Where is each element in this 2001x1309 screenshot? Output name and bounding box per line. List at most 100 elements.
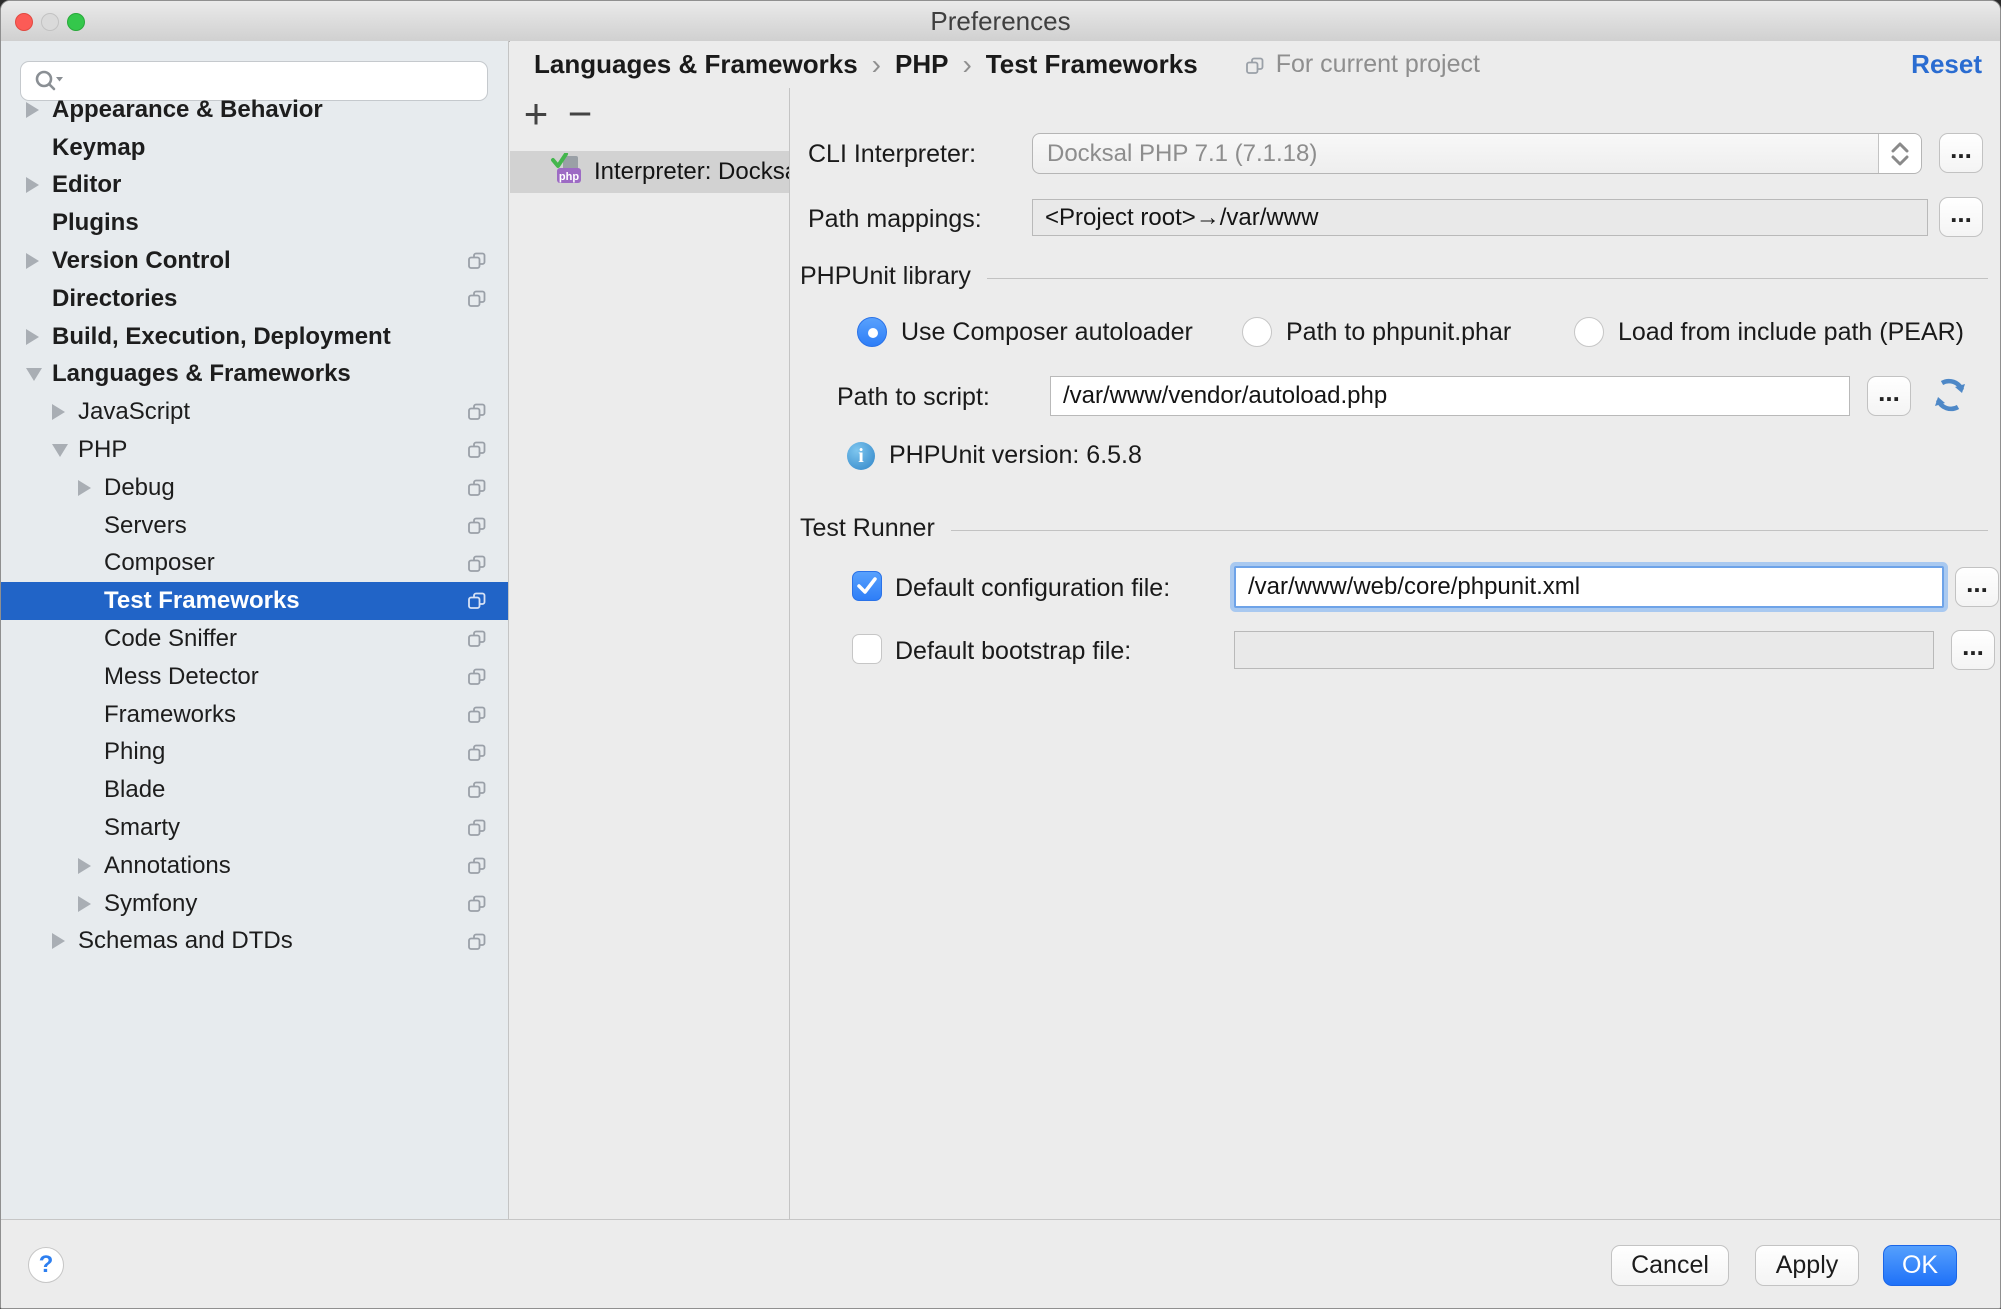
per-project-settings-icon bbox=[466, 742, 488, 764]
minimize-button[interactable] bbox=[41, 13, 59, 31]
sidebar-item-smarty[interactable]: Smarty bbox=[1, 809, 508, 847]
default-bootstrap-field[interactable] bbox=[1234, 631, 1934, 669]
sidebar-item-javascript[interactable]: JavaScript bbox=[1, 393, 508, 431]
chevron-right-icon[interactable] bbox=[26, 102, 39, 118]
sidebar-item-languages-frameworks[interactable]: Languages & Frameworks bbox=[1, 356, 508, 394]
sidebar-item-label: Keymap bbox=[52, 134, 145, 162]
sidebar-item-label: PHP bbox=[78, 436, 127, 464]
breadcrumb-languages-frameworks[interactable]: Languages & Frameworks bbox=[534, 49, 858, 80]
chevron-right-icon[interactable] bbox=[26, 253, 39, 269]
radio-button-icon[interactable] bbox=[857, 317, 887, 347]
sidebar-item-debug[interactable]: Debug bbox=[1, 469, 508, 507]
per-project-settings-icon bbox=[1244, 55, 1266, 77]
default-bootstrap-checkbox[interactable] bbox=[852, 634, 882, 664]
sidebar-item-servers[interactable]: Servers bbox=[1, 507, 508, 545]
sidebar-item-build-execution-deployment[interactable]: Build, Execution, Deployment bbox=[1, 318, 508, 356]
chevron-right-icon[interactable] bbox=[78, 480, 91, 496]
sidebar-item-label: Schemas and DTDs bbox=[78, 927, 293, 955]
radio-button-icon[interactable] bbox=[1574, 317, 1604, 347]
path-to-script-field[interactable]: /var/www/vendor/autoload.php bbox=[1050, 376, 1850, 416]
sidebar-item-mess-detector[interactable]: Mess Detector bbox=[1, 658, 508, 696]
reset-link[interactable]: Reset bbox=[1911, 41, 1982, 88]
sidebar-item-label: Smarty bbox=[104, 814, 180, 842]
breadcrumb-separator: › bbox=[948, 49, 985, 81]
sidebar-item-label: Build, Execution, Deployment bbox=[52, 323, 391, 351]
sidebar-item-symfony[interactable]: Symfony bbox=[1, 885, 508, 923]
chevron-down-icon[interactable] bbox=[52, 444, 68, 457]
chevron-right-icon[interactable] bbox=[78, 896, 91, 912]
chevron-right-icon[interactable] bbox=[52, 933, 65, 949]
help-button[interactable]: ? bbox=[28, 1247, 64, 1283]
apply-button[interactable]: Apply bbox=[1755, 1245, 1859, 1286]
cli-interpreter-select[interactable]: Docksal PHP 7.1 (7.1.18) bbox=[1032, 133, 1922, 174]
section-divider bbox=[987, 278, 1988, 279]
interpreter-item-label: Interpreter: Docksal PHP 7.1 bbox=[594, 158, 789, 186]
radio-path-to-phpunit-phar[interactable]: Path to phpunit.phar bbox=[1242, 317, 1511, 347]
sidebar-item-composer[interactable]: Composer bbox=[1, 545, 508, 583]
remove-interpreter-button[interactable]: − bbox=[560, 90, 600, 138]
sidebar-item-editor[interactable]: Editor bbox=[1, 167, 508, 205]
per-project-settings-icon bbox=[466, 817, 488, 839]
project-scope-label: For current project bbox=[1244, 50, 1480, 79]
breadcrumb-php[interactable]: PHP bbox=[895, 49, 948, 80]
per-project-settings-icon bbox=[466, 288, 488, 310]
sidebar-item-label: Annotations bbox=[104, 852, 231, 880]
radio-use-composer-autoloader[interactable]: Use Composer autoloader bbox=[857, 317, 1193, 347]
phpunit-library-section-title: PHPUnit library bbox=[800, 262, 971, 291]
cancel-button[interactable]: Cancel bbox=[1611, 1245, 1729, 1286]
radio-label: Path to phpunit.phar bbox=[1286, 318, 1511, 347]
sidebar-item-version-control[interactable]: Version Control bbox=[1, 242, 508, 280]
default-config-field[interactable]: /var/www/web/core/phpunit.xml bbox=[1234, 566, 1944, 608]
per-project-settings-icon bbox=[466, 401, 488, 423]
chevron-right-icon[interactable] bbox=[26, 177, 39, 193]
ok-button[interactable]: OK bbox=[1883, 1245, 1957, 1286]
per-project-settings-icon bbox=[466, 553, 488, 575]
path-to-script-browse-button[interactable]: ... bbox=[1867, 376, 1911, 416]
sidebar-item-phing[interactable]: Phing bbox=[1, 734, 508, 772]
breadcrumb-test-frameworks[interactable]: Test Frameworks bbox=[986, 49, 1198, 80]
sidebar-item-test-frameworks[interactable]: Test Frameworks bbox=[1, 582, 508, 620]
path-mappings-label: Path mappings: bbox=[808, 205, 982, 234]
sidebar-item-label: Phing bbox=[104, 738, 165, 766]
interpreter-list-item[interactable]: php Interpreter: Docksal PHP 7.1 bbox=[510, 151, 789, 193]
path-mappings-browse-button[interactable]: ... bbox=[1939, 197, 1983, 237]
sidebar-item-label: Code Sniffer bbox=[104, 625, 237, 653]
sidebar-item-annotations[interactable]: Annotations bbox=[1, 847, 508, 885]
sidebar-item-directories[interactable]: Directories bbox=[1, 280, 508, 318]
phpunit-library-section: PHPUnit library bbox=[800, 260, 1988, 292]
cli-interpreter-browse-button[interactable]: ... bbox=[1939, 133, 1983, 173]
sidebar-item-appearance-behavior[interactable]: Appearance & Behavior bbox=[1, 91, 508, 129]
chevron-right-icon[interactable] bbox=[78, 858, 91, 874]
interpreter-toolbar: + − bbox=[510, 88, 789, 150]
path-to-script-label: Path to script: bbox=[837, 383, 990, 412]
sidebar-item-frameworks[interactable]: Frameworks bbox=[1, 696, 508, 734]
sidebar-item-keymap[interactable]: Keymap bbox=[1, 129, 508, 167]
sidebar-item-label: Blade bbox=[104, 776, 165, 804]
sidebar-item-plugins[interactable]: Plugins bbox=[1, 204, 508, 242]
combo-spinner-icon[interactable] bbox=[1878, 134, 1921, 173]
path-mappings-field[interactable]: <Project root>→/var/www bbox=[1032, 199, 1928, 236]
default-config-checkbox[interactable] bbox=[852, 571, 882, 601]
add-interpreter-button[interactable]: + bbox=[516, 90, 556, 138]
reload-icon[interactable] bbox=[1931, 376, 1969, 419]
chevron-down-icon[interactable] bbox=[26, 368, 42, 381]
default-config-browse-button[interactable]: ... bbox=[1955, 567, 1999, 607]
phpunit-library-options: Use Composer autoloader Path to phpunit.p… bbox=[791, 317, 2000, 351]
default-bootstrap-browse-button[interactable]: ... bbox=[1951, 630, 1995, 670]
sidebar-item-label: JavaScript bbox=[78, 398, 190, 426]
chevron-right-icon[interactable] bbox=[26, 329, 39, 345]
radio-button-icon[interactable] bbox=[1242, 317, 1272, 347]
sidebar-item-label: Plugins bbox=[52, 209, 139, 237]
chevron-right-icon[interactable] bbox=[52, 404, 65, 420]
sidebar-item-php[interactable]: PHP bbox=[1, 431, 508, 469]
close-button[interactable] bbox=[15, 13, 33, 31]
phpunit-version-info: i PHPUnit version: 6.5.8 bbox=[847, 441, 1142, 470]
sidebar-item-blade[interactable]: Blade bbox=[1, 771, 508, 809]
per-project-settings-icon bbox=[466, 893, 488, 915]
radio-load-from-include-path-pear[interactable]: Load from include path (PEAR) bbox=[1574, 317, 1964, 347]
sidebar-item-label: Mess Detector bbox=[104, 663, 259, 691]
sidebar-item-schemas-and-dtds[interactable]: Schemas and DTDs bbox=[1, 923, 508, 961]
zoom-button[interactable] bbox=[67, 13, 85, 31]
radio-label: Use Composer autoloader bbox=[901, 318, 1193, 347]
sidebar-item-code-sniffer[interactable]: Code Sniffer bbox=[1, 620, 508, 658]
